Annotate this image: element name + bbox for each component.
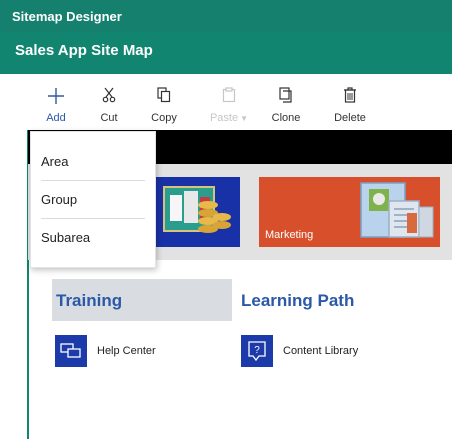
app-title-bar: Sitemap Designer (0, 0, 452, 32)
copy-button[interactable]: Copy (147, 84, 181, 126)
menu-item-area[interactable]: Area (41, 154, 143, 169)
subarea-help-center[interactable]: Help Center (55, 335, 175, 367)
clone-button[interactable]: Clone (270, 84, 302, 126)
add-menu: Area Group Subarea (30, 131, 156, 268)
cut-button[interactable]: Cut (96, 84, 122, 126)
clone-label: Clone (271, 112, 301, 124)
subarea-label-content-library: Content Library (283, 345, 359, 357)
copy-icon (147, 87, 181, 109)
area-tile-sales[interactable] (150, 177, 240, 247)
menu-divider (41, 218, 145, 219)
svg-text:?: ? (254, 345, 260, 356)
copy-label: Copy (151, 112, 177, 124)
subarea-content-library[interactable]: ? Content Library (241, 335, 381, 367)
group-title-learning-path[interactable]: Learning Path (241, 291, 354, 311)
paste-button[interactable]: Paste ▼ (205, 84, 253, 126)
coins-chart-icon (163, 186, 231, 233)
toolbar: Add Cut Copy Paste ▼ Clone Delete (0, 84, 452, 132)
help-center-icon (55, 335, 87, 367)
clone-icon (270, 87, 302, 109)
menu-divider (41, 180, 145, 181)
group-title-training: Training (56, 291, 123, 310)
paste-icon (205, 87, 253, 109)
paste-label: Paste (209, 112, 239, 124)
cut-label: Cut (100, 112, 118, 124)
area-tile-marketing[interactable]: Marketing (259, 177, 440, 247)
subarea-label-help-center: Help Center (97, 345, 156, 357)
delete-button[interactable]: Delete (332, 84, 368, 126)
tile-label-marketing: Marketing (265, 229, 314, 241)
content-library-icon: ? (241, 335, 273, 367)
add-button[interactable]: Add (40, 84, 72, 126)
sitemap-title-bar: Sales App Site Map (0, 32, 452, 74)
menu-item-subarea[interactable]: Subarea (41, 230, 143, 245)
sitemap-title: Sales App Site Map (15, 42, 153, 59)
add-label: Add (46, 112, 66, 124)
menu-item-group[interactable]: Group (41, 192, 143, 207)
delete-label: Delete (334, 112, 366, 124)
scissors-icon (96, 87, 122, 109)
plus-icon (40, 87, 72, 109)
paste-dropdown-icon[interactable]: ▼ (240, 114, 248, 123)
trash-icon (332, 87, 368, 109)
app-title: Sitemap Designer (12, 9, 122, 24)
group-training[interactable]: Training (52, 279, 232, 321)
